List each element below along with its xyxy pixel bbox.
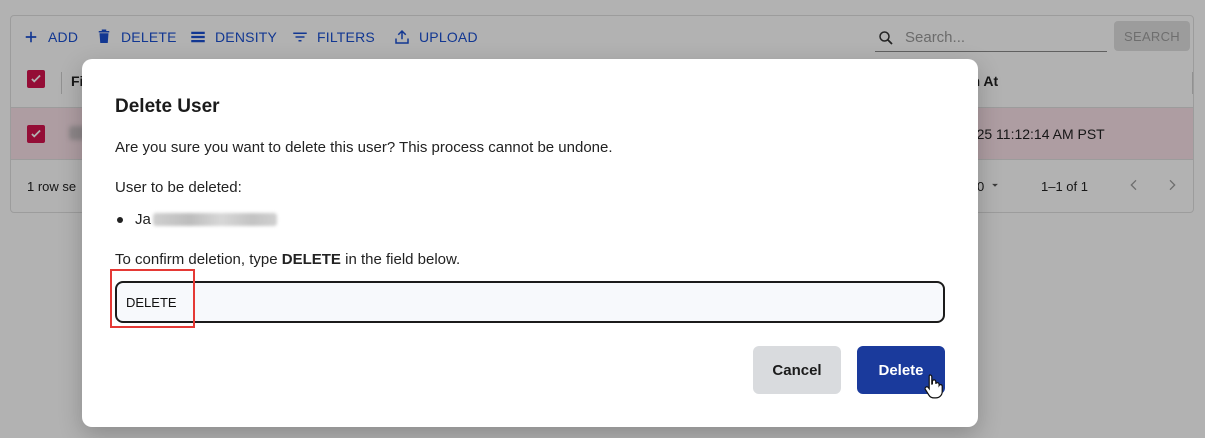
redacted-user-name [152,213,277,226]
dialog-message: Are you sure you want to delete this use… [115,139,613,156]
delete-user-dialog: Delete User Are you sure you want to del… [82,59,978,427]
instruction-keyword: DELETE [281,251,341,268]
user-to-delete-item: Ja [115,211,277,228]
confirm-delete-input[interactable] [115,281,945,323]
bullet-icon [117,216,123,223]
dialog-title: Delete User [115,96,220,117]
instruction-suffix: in the field below. [340,251,461,268]
user-name: Ja [135,211,151,228]
instruction-prefix: To confirm deletion, type [115,251,282,268]
confirm-instruction: To confirm deletion, type DELETE in the … [115,251,460,268]
user-to-delete-label: User to be deleted: [115,179,242,196]
cancel-button[interactable]: Cancel [753,346,841,394]
confirm-delete-button[interactable]: Delete [857,346,945,394]
